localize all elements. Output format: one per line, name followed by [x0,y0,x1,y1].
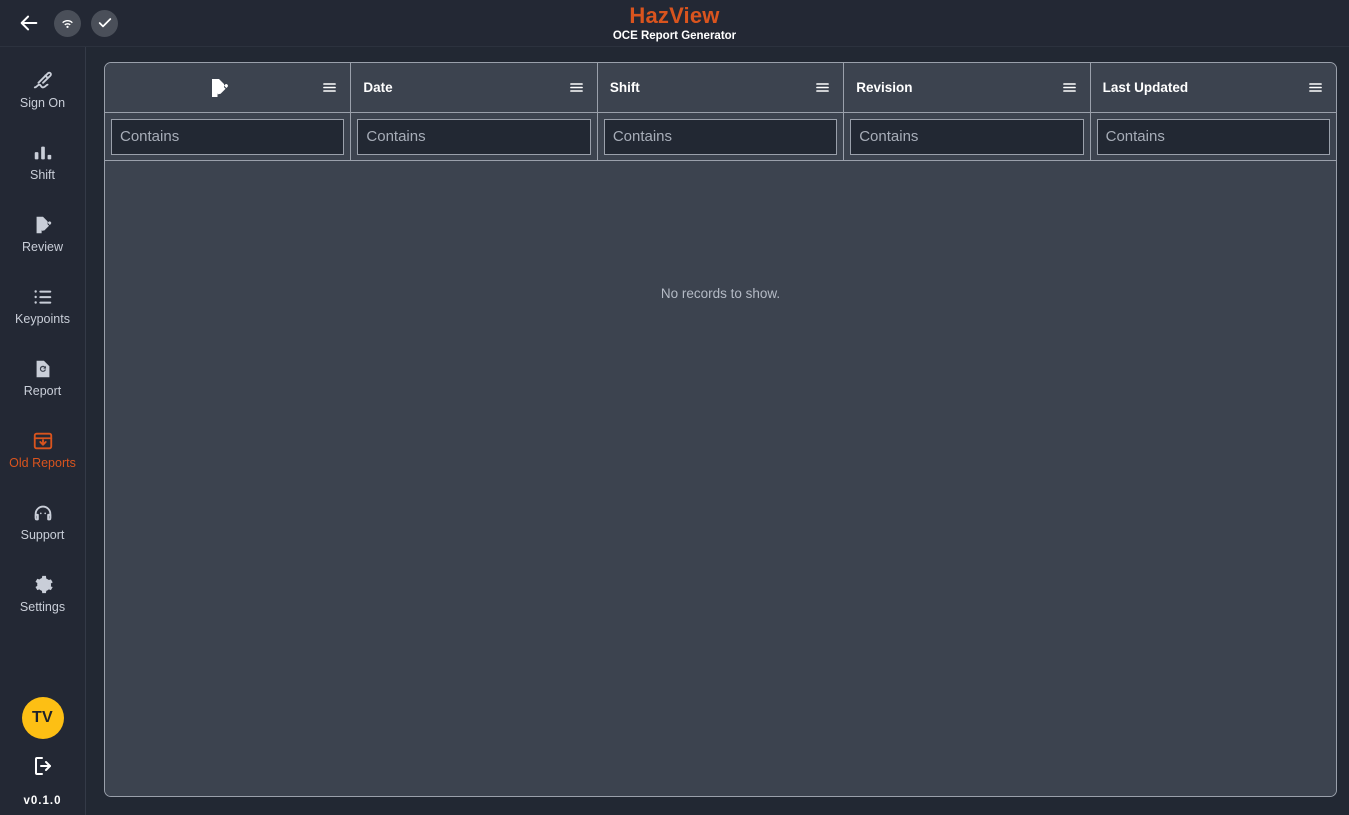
column-header-label: Date [363,80,393,95]
filter-cell-last-updated [1090,112,1336,160]
column-header-last-updated[interactable]: Last Updated [1091,63,1336,112]
sidebar-item-review[interactable]: Review [0,205,86,263]
sidebar-item-label: Keypoints [15,312,70,326]
check-icon [98,18,111,28]
document-restore-icon [32,358,54,380]
app-root: HazView OCE Report Generator Sign On Shi… [0,0,1349,815]
sidebar-item-keypoints[interactable]: Keypoints [0,277,86,335]
document-edit-icon [117,76,321,100]
column-header-label: Last Updated [1102,80,1189,95]
sidebar-item-label: Report [23,384,62,398]
logout-button[interactable] [26,749,60,783]
grid-filter-row [105,112,1336,160]
filter-cell-shift [597,112,845,160]
gear-icon [32,574,54,596]
reports-data-grid: Date Shift Revision Last Updated Contain… [104,62,1337,797]
top-bar-left-controls [0,8,118,38]
column-header-shift[interactable]: Shift [598,63,845,112]
sidebar-item-label: Settings [19,600,66,614]
list-icon [32,286,54,308]
archive-download-icon [32,430,54,452]
hamburger-menu-icon[interactable] [1061,79,1078,96]
hamburger-menu-icon[interactable] [814,79,831,96]
filter-cell-date [351,112,598,160]
signature-icon [32,70,54,92]
sidebar-item-sign-on[interactable]: Sign On [0,61,86,119]
filter-input-shift[interactable] [603,118,838,155]
hamburger-menu-icon[interactable] [1307,79,1324,96]
column-header-revision[interactable]: Revision [844,63,1091,112]
body-split: Sign On Shift Review Keypoints Report Ol… [0,47,1349,815]
document-edit-icon [32,214,54,236]
sidebar-item-label: Sign On [19,96,66,110]
column-header-review[interactable] [105,63,352,112]
filter-cell-review [105,112,352,160]
sidebar-item-report[interactable]: Report [0,349,86,407]
app-title-block: HazView OCE Report Generator [0,0,1349,46]
sidebar: Sign On Shift Review Keypoints Report Ol… [0,47,86,815]
app-title: HazView [629,2,720,28]
sidebar-footer: TV v0.1.0 [0,697,85,807]
sidebar-item-label: Support [20,528,65,542]
empty-state-message: No records to show. [660,286,781,301]
sidebar-item-label: Shift [29,168,55,182]
sidebar-item-label: Review [22,240,63,254]
sidebar-item-support[interactable]: Support [0,493,86,551]
wifi-status-button[interactable] [54,9,81,37]
sidebar-item-label: Old Reports [9,456,76,470]
back-button[interactable] [14,8,44,38]
filter-input-review[interactable] [111,118,345,155]
bar-chart-icon [32,142,54,164]
hamburger-menu-icon[interactable] [321,79,338,96]
column-header-date[interactable]: Date [351,63,598,112]
sidebar-item-settings[interactable]: Settings [0,565,86,623]
app-subtitle: OCE Report Generator [612,29,737,42]
grid-header-row: Date Shift Revision Last Updated [105,63,1336,112]
app-version: v0.1.0 [23,795,62,807]
filter-input-date[interactable] [357,118,591,155]
support-agent-icon [32,502,54,524]
arrow-left-icon [20,15,38,31]
column-header-label: Revision [856,80,913,95]
wifi-icon [62,19,73,28]
avatar[interactable]: TV [21,697,64,739]
filter-cell-revision [844,112,1091,160]
hamburger-menu-icon[interactable] [568,79,585,96]
top-bar: HazView OCE Report Generator [0,0,1349,47]
logout-icon [34,757,51,775]
grid-body: No records to show. [105,160,1336,796]
sidebar-item-old-reports[interactable]: Old Reports [0,421,86,479]
column-header-label: Shift [609,80,640,95]
filter-input-revision[interactable] [850,118,1084,155]
sync-status-button[interactable] [91,9,118,37]
main-content: Date Shift Revision Last Updated Contain… [86,47,1349,815]
filter-input-last-updated[interactable] [1096,118,1331,155]
sidebar-item-shift[interactable]: Shift [0,133,86,191]
